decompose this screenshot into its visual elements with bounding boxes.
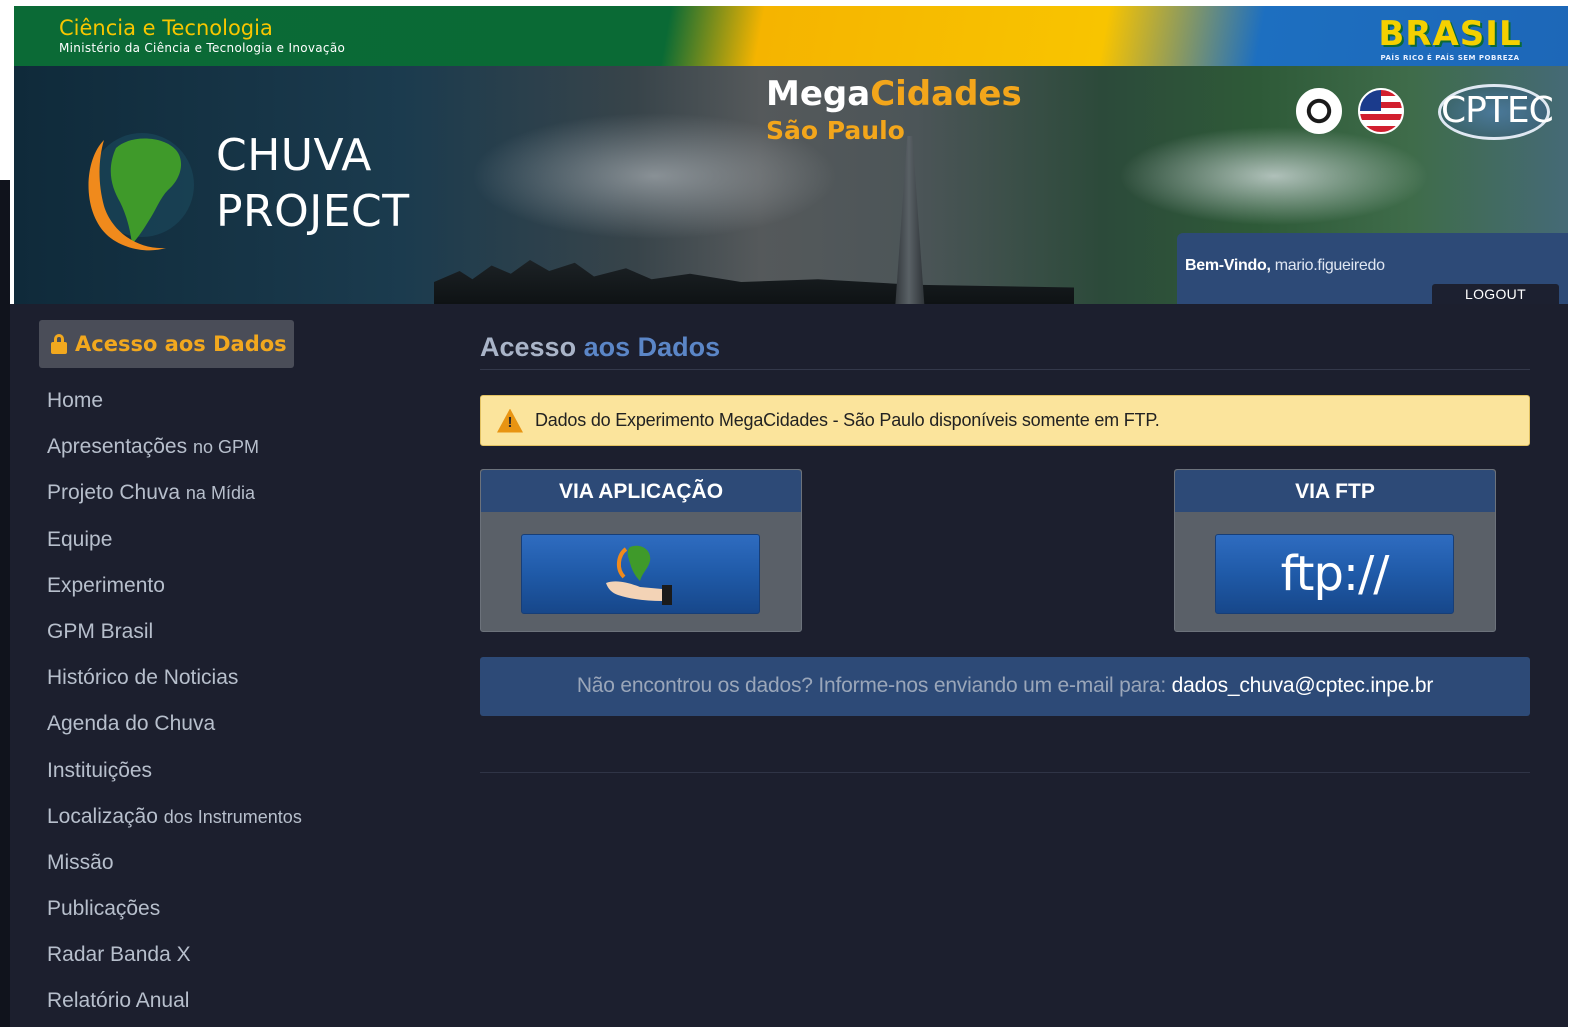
ftp-only-alert: ! Dados do Experimento MegaCidades - São… — [480, 395, 1530, 446]
gov-title[interactable]: Ciência e Tecnologia — [59, 16, 273, 40]
alert-text: Dados do Experimento MegaCidades - São P… — [535, 410, 1160, 430]
nav-list: Home Apresentações no GPM Projeto Chuva … — [39, 378, 369, 1025]
contact-bar: Não encontrou os dados? Informe-nos envi… — [480, 657, 1530, 716]
app-access-button[interactable] — [521, 534, 760, 614]
contact-email-link[interactable]: dados_chuva@cptec.inpe.br — [1172, 674, 1434, 697]
brasil-logo-text: BRASIL — [1378, 14, 1522, 54]
cidades-text: Cidades — [870, 74, 1022, 114]
brasil-logo[interactable]: BRASIL PAÍS RICO É PAÍS SEM POBREZA — [1372, 14, 1528, 62]
panel-via-ftp: VIA FTP ftp:// — [1174, 469, 1496, 632]
contact-text: Não encontrou os dados? Informe-nos envi… — [576, 674, 1167, 697]
page-body: Acesso aos Dados Home Apresentações no G… — [10, 304, 1568, 1027]
page-title-part-2: aos Dados — [583, 332, 721, 362]
lock-icon — [51, 334, 67, 354]
government-bar: Ciência e Tecnologia Ministério da Ciênc… — [14, 6, 1568, 66]
nav-item-relatorio[interactable]: Relatório Anual — [39, 978, 369, 1024]
nav-item-localizacao[interactable]: Localização dos Instrumentos — [39, 794, 369, 840]
flag-pt-icon[interactable] — [1296, 88, 1342, 134]
city-subtitle: São Paulo — [766, 116, 905, 145]
left-edge-strip — [0, 180, 10, 1027]
city-skyline — [434, 260, 1074, 304]
content-divider — [480, 772, 1530, 773]
welcome-label: Bem-Vindo, — [1185, 257, 1271, 274]
main-content: Acesso aos Dados ! Dados do Experimento … — [480, 320, 1530, 773]
nav-item-agenda[interactable]: Agenda do Chuva — [39, 701, 369, 747]
page-title: Acesso aos Dados — [480, 320, 1530, 370]
nav-item-missao[interactable]: Missão — [39, 840, 369, 886]
chuva-globe-logo[interactable] — [76, 110, 198, 260]
nav-item-experimento[interactable]: Experimento — [39, 563, 369, 609]
ftp-access-button[interactable]: ftp:// — [1215, 534, 1454, 614]
nav-item-home[interactable]: Home — [39, 378, 369, 424]
logout-button[interactable]: LOGOUT — [1432, 284, 1559, 304]
username: mario.figueiredo — [1274, 257, 1385, 274]
bridge-mast — [895, 136, 925, 304]
brasil-slogan: PAÍS RICO É PAÍS SEM POBREZA — [1380, 54, 1520, 62]
panel-ftp-title: VIA FTP — [1175, 470, 1495, 512]
nav-item-radar[interactable]: Radar Banda X — [39, 932, 369, 978]
nav-item-apresentacoes[interactable]: Apresentações no GPM — [39, 424, 369, 470]
nav-item-projeto-chuva[interactable]: Projeto Chuva na Mídia — [39, 470, 369, 516]
sidebar: Acesso aos Dados Home Apresentações no G… — [39, 320, 369, 1025]
nav-item-equipe[interactable]: Equipe — [39, 517, 369, 563]
flag-us-icon[interactable] — [1358, 88, 1404, 134]
nav-item-instituicoes[interactable]: Instituições — [39, 748, 369, 794]
mega-text: Mega — [766, 74, 871, 114]
welcome-message: Bem-Vindo, mario.figueiredo — [1185, 257, 1385, 275]
welcome-box: Bem-Vindo, mario.figueiredo LOGOUT — [1177, 233, 1568, 304]
ftp-button-label: ftp:// — [1280, 546, 1390, 602]
globe-hand-icon — [605, 545, 672, 605]
project-line-2: PROJECT — [216, 186, 410, 237]
project-line-1: CHUVA — [216, 130, 372, 181]
nav-item-publicacoes[interactable]: Publicações — [39, 886, 369, 932]
nav-item-historico[interactable]: Histórico de Noticias — [39, 655, 369, 701]
project-name[interactable]: CHUVA PROJECT — [216, 128, 410, 240]
sidebar-header-label: Acesso aos Dados — [75, 332, 287, 356]
nav-item-gpm-brasil[interactable]: GPM Brasil — [39, 609, 369, 655]
megacidades-title: MegaCidades — [766, 74, 1022, 114]
gov-subtitle: Ministério da Ciência e Tecnologia e Ino… — [59, 41, 346, 55]
cptec-logo[interactable]: CPTEC — [1438, 84, 1554, 140]
panel-via-aplicacao: VIA APLICAÇÃO — [480, 469, 802, 632]
panel-app-title: VIA APLICAÇÃO — [481, 470, 801, 512]
access-panels: VIA APLICAÇÃO VIA FTP ftp:// — [480, 469, 1530, 632]
warning-icon: ! — [497, 408, 523, 433]
site-banner: CHUVA PROJECT MegaCidades São Paulo CPTE… — [14, 66, 1568, 304]
page-title-part-1: Acesso — [480, 332, 577, 362]
sidebar-header-button[interactable]: Acesso aos Dados — [39, 320, 294, 368]
